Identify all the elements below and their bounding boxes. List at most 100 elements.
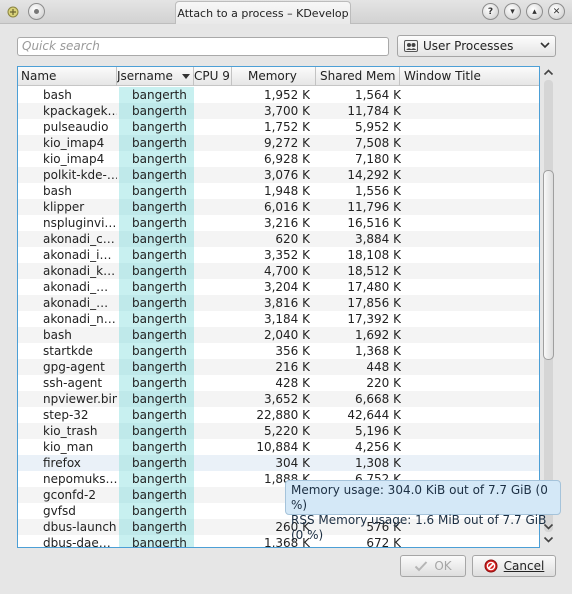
- username-cell: bangerth: [119, 439, 194, 455]
- process-name-cell: dbus-dae…: [43, 536, 111, 548]
- username-cell: bangerth: [119, 519, 194, 535]
- table-row[interactable]: bash bangerth 1,952 K 1,564 K: [18, 87, 539, 103]
- username-cell: bangerth: [119, 455, 194, 471]
- maximize-button[interactable]: ▴: [526, 3, 543, 20]
- memory-cell: 1,752 K: [263, 120, 310, 134]
- memory-cell: 3,184 K: [263, 312, 310, 326]
- table-row[interactable]: kio_trash bangerth 5,220 K 5,196 K: [18, 423, 539, 439]
- cancel-button-label: Cancel: [503, 559, 545, 573]
- table-row[interactable]: akonadi_… bangerth 3,816 K 17,856 K: [18, 295, 539, 311]
- cancel-button[interactable]: Cancel: [472, 555, 556, 577]
- quick-search-input[interactable]: Quick search: [17, 37, 389, 56]
- table-row[interactable]: kio_imap4 bangerth 9,272 K 7,508 K: [18, 135, 539, 151]
- table-row[interactable]: gpg-agent bangerth 216 K 448 K: [18, 359, 539, 375]
- shared-mem-cell: 7,180 K: [354, 152, 401, 166]
- column-header-cpu[interactable]: CPU 9: [194, 67, 232, 86]
- username-cell: bangerth: [119, 167, 194, 183]
- username-cell: bangerth: [119, 215, 194, 231]
- column-header-shared-mem[interactable]: Shared Mem: [316, 67, 400, 86]
- table-row[interactable]: kpackagek… bangerth 3,700 K 11,784 K: [18, 103, 539, 119]
- shared-mem-cell: 5,952 K: [354, 120, 401, 134]
- process-name-cell: npviewer.bin: [43, 392, 117, 406]
- memory-cell: 6,928 K: [263, 152, 310, 166]
- table-row[interactable]: akonadi_n… bangerth 3,184 K 17,392 K: [18, 311, 539, 327]
- table-row[interactable]: step-32 bangerth 22,880 K 42,644 K: [18, 407, 539, 423]
- table-row[interactable]: akonadi_k… bangerth 4,700 K 18,512 K: [18, 263, 539, 279]
- vertical-scrollbar[interactable]: [540, 66, 557, 548]
- process-filter-select[interactable]: User Processes: [397, 35, 556, 57]
- username-cell: bangerth: [119, 375, 194, 391]
- shared-mem-cell: 17,480 K: [347, 280, 401, 294]
- memory-cell: 1,948 K: [263, 184, 310, 198]
- table-row[interactable]: bash bangerth 1,948 K 1,556 K: [18, 183, 539, 199]
- table-row[interactable]: akonadi_c… bangerth 620 K 3,884 K: [18, 231, 539, 247]
- username-cell: bangerth: [119, 407, 194, 423]
- username-cell: bangerth: [119, 391, 194, 407]
- column-header-memory[interactable]: Memory: [232, 67, 316, 86]
- minimize-button[interactable]: ▾: [504, 3, 521, 20]
- username-cell: bangerth: [119, 311, 194, 327]
- users-icon: [404, 40, 418, 52]
- scroll-up-arrow-icon[interactable]: [543, 67, 554, 78]
- table-row[interactable]: startkde bangerth 356 K 1,368 K: [18, 343, 539, 359]
- table-row[interactable]: klipper bangerth 6,016 K 11,796 K: [18, 199, 539, 215]
- process-name-cell: nspluginvi…: [43, 216, 117, 230]
- table-row[interactable]: akonadi_i… bangerth 3,352 K 18,108 K: [18, 247, 539, 263]
- scrollbar-thumb[interactable]: [543, 170, 554, 360]
- process-name-cell: bash: [43, 328, 72, 342]
- memory-cell: 9,272 K: [263, 136, 310, 150]
- table-row[interactable]: firefox bangerth 304 K 1,308 K: [18, 455, 539, 471]
- memory-cell: 22,880 K: [256, 408, 310, 422]
- table-row[interactable]: kio_imap4 bangerth 6,928 K 7,180 K: [18, 151, 539, 167]
- memory-cell: 10,884 K: [256, 440, 310, 454]
- shared-mem-cell: 1,692 K: [354, 328, 401, 342]
- username-cell: bangerth: [119, 135, 194, 151]
- username-cell: bangerth: [119, 231, 194, 247]
- username-cell: bangerth: [119, 295, 194, 311]
- process-name-cell: gpg-agent: [43, 360, 105, 374]
- username-cell: bangerth: [119, 535, 194, 547]
- shared-mem-cell: 1,564 K: [354, 88, 401, 102]
- shared-mem-cell: 16,516 K: [347, 216, 401, 230]
- column-header-username[interactable]: Jsername: [117, 67, 194, 86]
- memory-cell: 3,352 K: [263, 248, 310, 262]
- tooltip-memory-line: Memory usage: 304.0 KiB out of 7.7 GiB (…: [291, 483, 548, 512]
- process-table[interactable]: Name Jsername CPU 9 Memory Shared Mem Wi…: [17, 66, 540, 548]
- memory-cell: 3,652 K: [263, 392, 310, 406]
- help-button[interactable]: ?: [482, 3, 499, 20]
- table-row[interactable]: nspluginvi… bangerth 3,216 K 16,516 K: [18, 215, 539, 231]
- process-name-cell: akonadi_k…: [43, 264, 116, 278]
- username-cell: bangerth: [119, 199, 194, 215]
- memory-cell: 6,016 K: [263, 200, 310, 214]
- table-row[interactable]: polkit-kde-… bangerth 3,076 K 14,292 K: [18, 167, 539, 183]
- shared-mem-cell: 1,556 K: [354, 184, 401, 198]
- username-cell: bangerth: [119, 503, 194, 519]
- memory-cell: 5,220 K: [263, 424, 310, 438]
- shared-mem-cell: 18,512 K: [347, 264, 401, 278]
- table-row[interactable]: npviewer.bin bangerth 3,652 K 6,668 K: [18, 391, 539, 407]
- window-menu-button[interactable]: [28, 3, 45, 20]
- shared-mem-cell: 3,884 K: [354, 232, 401, 246]
- window-titlebar: Attach to a process – KDevelop ? ▾ ▴ ✕: [0, 0, 572, 24]
- memory-cell: 3,816 K: [263, 296, 310, 310]
- username-cell: bangerth: [119, 103, 194, 119]
- shared-mem-cell: 17,392 K: [347, 312, 401, 326]
- column-header-name[interactable]: Name: [18, 67, 117, 86]
- column-header-username-label: Jsername: [117, 69, 173, 83]
- process-name-cell: startkde: [43, 344, 93, 358]
- table-row[interactable]: ssh-agent bangerth 428 K 220 K: [18, 375, 539, 391]
- ok-button[interactable]: OK: [400, 555, 466, 577]
- table-body: bash bangerth 1,952 K 1,564 Kkpackagek… bang…: [18, 87, 539, 548]
- process-name-cell: kio_imap4: [43, 136, 105, 150]
- username-cell: bangerth: [119, 471, 194, 487]
- table-row[interactable]: akonadi_… bangerth 3,204 K 17,480 K: [18, 279, 539, 295]
- table-row[interactable]: bash bangerth 2,040 K 1,692 K: [18, 327, 539, 343]
- kdevelop-app-icon[interactable]: [6, 5, 20, 19]
- memory-cell: 304 K: [275, 456, 310, 470]
- column-header-window-title[interactable]: Window Title: [400, 67, 539, 86]
- process-name-cell: nepomuks…: [43, 472, 117, 486]
- username-cell: bangerth: [119, 247, 194, 263]
- table-row[interactable]: kio_man bangerth 10,884 K 4,256 K: [18, 439, 539, 455]
- table-row[interactable]: pulseaudio bangerth 1,752 K 5,952 K: [18, 119, 539, 135]
- close-button[interactable]: ✕: [548, 3, 565, 20]
